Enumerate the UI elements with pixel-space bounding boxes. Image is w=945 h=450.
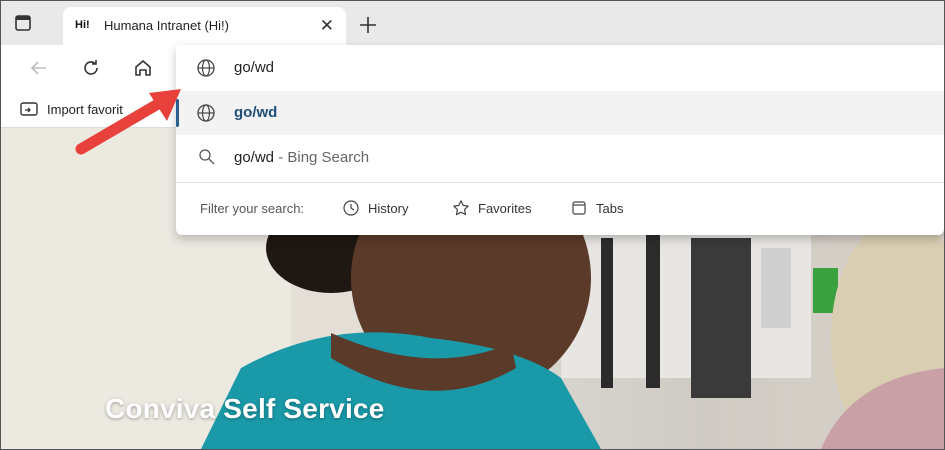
filter-tabs-label: Tabs	[596, 200, 624, 216]
tab-favicon: Hi!	[75, 19, 90, 31]
back-arrow-icon[interactable]	[27, 56, 51, 80]
suggestion-bing-text: go/wd - Bing Search	[234, 149, 369, 166]
filter-favorites-label: Favorites	[478, 200, 532, 216]
new-tab-icon[interactable]	[357, 14, 379, 36]
tab-strip: Hi! Humana Intranet (Hi!) ✕	[1, 1, 944, 45]
filter-history-label: History	[368, 200, 409, 216]
import-icon	[20, 102, 38, 116]
address-bar[interactable]: go/wd	[176, 45, 944, 91]
suggestion-url-text: go/wd	[234, 104, 278, 121]
suggestion-bing-query: go/wd	[234, 149, 275, 166]
suggestion-url[interactable]: go/wd	[176, 91, 944, 135]
tabs-icon	[572, 201, 586, 215]
close-icon[interactable]: ✕	[320, 16, 334, 36]
page-banner-title: Conviva Self Service	[105, 393, 385, 424]
annotation-arrow-icon	[75, 89, 181, 155]
globe-icon	[196, 103, 216, 123]
tab-title: Humana Intranet (Hi!)	[104, 18, 229, 33]
history-icon	[343, 200, 359, 216]
search-icon	[198, 148, 218, 168]
filter-tabs-button[interactable]: Tabs	[570, 199, 623, 217]
filter-row: Filter your search: History Favorites Ta…	[176, 183, 944, 235]
browser-window: Hi! Humana Intranet (Hi!) ✕ Import favor…	[0, 0, 945, 450]
star-icon	[453, 200, 469, 216]
tab-humana-intranet[interactable]: Hi! Humana Intranet (Hi!) ✕	[63, 7, 346, 45]
globe-icon	[196, 58, 216, 78]
address-bar-input[interactable]: go/wd	[234, 59, 274, 76]
filter-favorites-button[interactable]: Favorites	[452, 199, 531, 217]
suggestion-bing-suffix: - Bing Search	[274, 149, 370, 166]
address-bar-dropdown: go/wd go/wd go/wd - Bing Search Filter y…	[176, 45, 944, 235]
filter-history-button[interactable]: History	[342, 199, 408, 217]
filter-label: Filter your search:	[200, 201, 305, 216]
suggestion-bing-search[interactable]: go/wd - Bing Search	[176, 135, 944, 181]
tab-actions-icon[interactable]	[11, 11, 35, 35]
